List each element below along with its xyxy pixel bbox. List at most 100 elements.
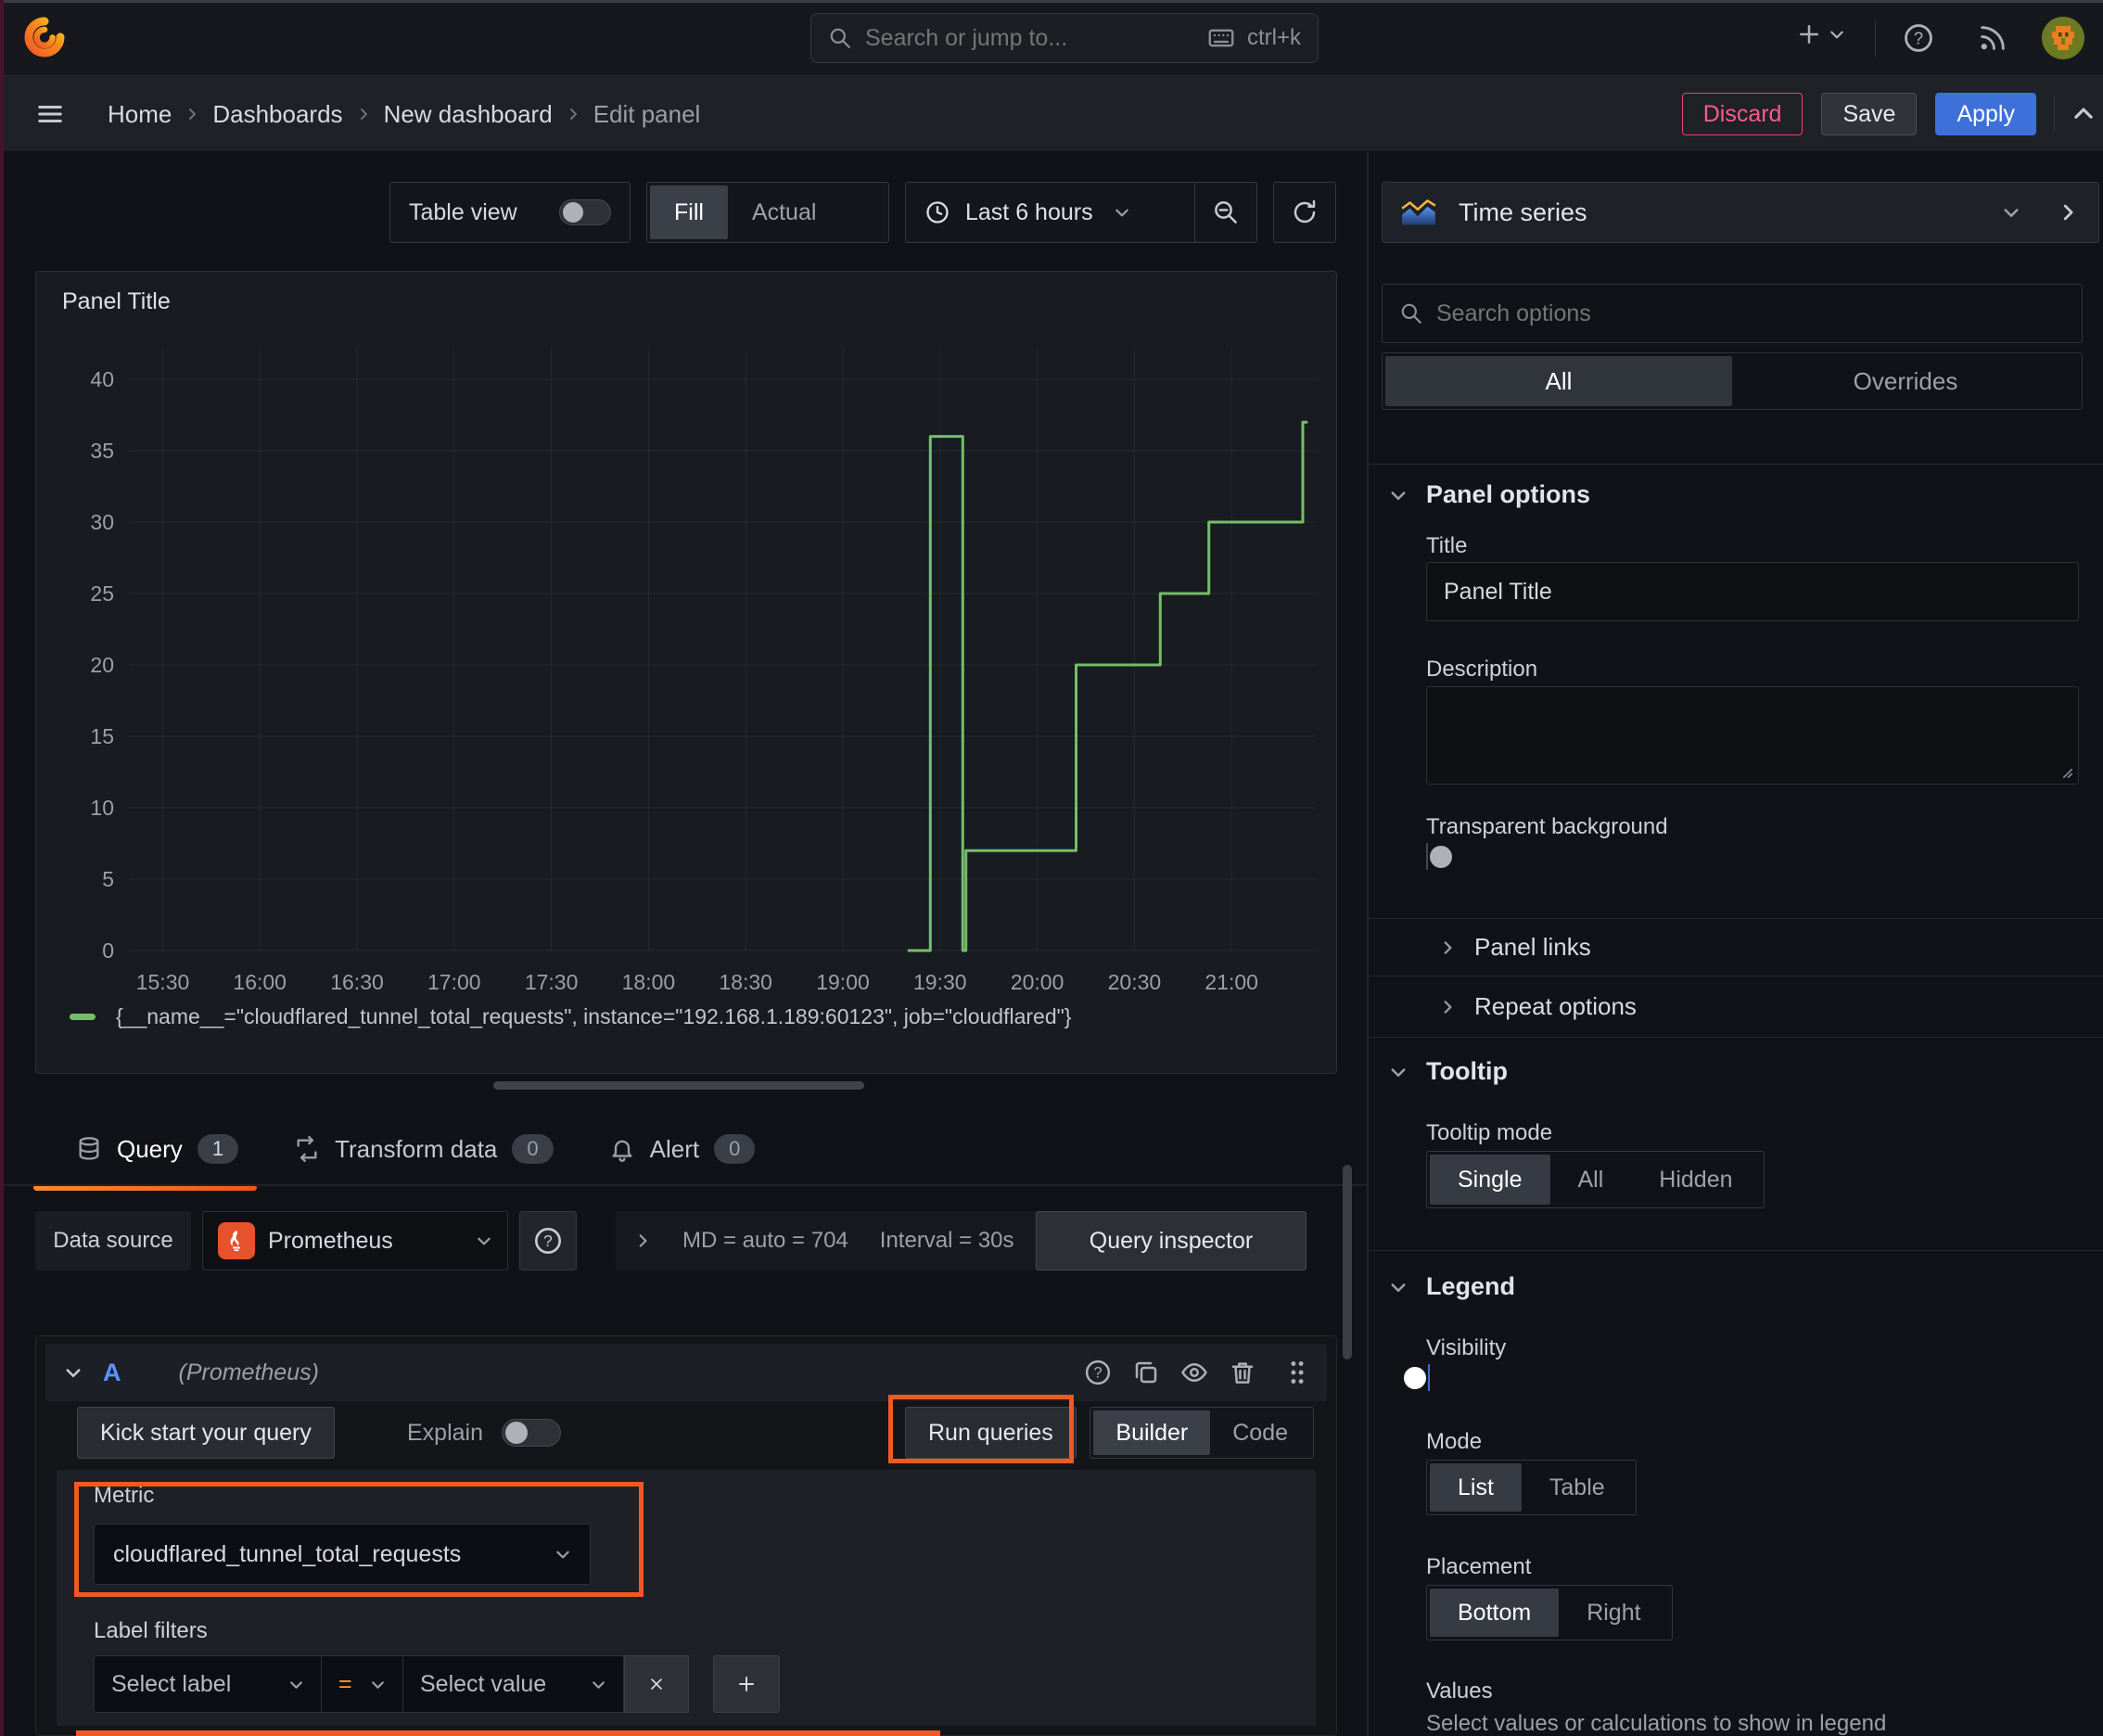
builder-option[interactable]: Builder	[1093, 1410, 1211, 1455]
drag-handle-icon[interactable]	[1286, 1359, 1308, 1386]
description-textarea[interactable]	[1426, 686, 2079, 785]
explain-toggle[interactable]	[502, 1419, 561, 1447]
legend-values-label: Values	[1426, 1679, 1493, 1704]
datasource-help-button[interactable]: ?	[519, 1211, 577, 1270]
time-range-label: Last 6 hours	[965, 198, 1093, 225]
visualization-picker[interactable]: Time series	[1382, 182, 2038, 243]
user-avatar[interactable]	[2042, 17, 2084, 59]
svg-text:?: ?	[543, 1232, 553, 1250]
global-search[interactable]: ctrl+k	[810, 13, 1319, 63]
table-view-toggle[interactable]	[559, 199, 611, 225]
apply-button[interactable]: Apply	[1935, 93, 2036, 135]
tab-query[interactable]: Query 1	[33, 1118, 258, 1191]
legend-mode-table[interactable]: Table	[1522, 1463, 1633, 1512]
chevron-down-icon	[1391, 1067, 1406, 1077]
query-inspector-button[interactable]: Query inspector	[1036, 1211, 1306, 1270]
legend-visibility-toggle[interactable]	[1404, 1364, 1430, 1391]
panel-resize-handle[interactable]	[493, 1081, 864, 1090]
plus-icon	[1800, 25, 1818, 44]
refresh-button[interactable]	[1273, 182, 1336, 243]
options-search-input[interactable]	[1436, 300, 2065, 327]
options-search[interactable]	[1382, 284, 2083, 343]
query-help-icon[interactable]: ?	[1084, 1359, 1112, 1386]
panel-title-input[interactable]	[1426, 562, 2079, 621]
tab-alert-label: Alert	[649, 1134, 700, 1163]
mega-menu-button[interactable]	[35, 100, 65, 128]
run-queries-button[interactable]: Run queries	[905, 1407, 1077, 1459]
chevron-right-icon	[356, 107, 371, 121]
save-button[interactable]: Save	[1821, 93, 1918, 135]
search-icon	[1399, 301, 1423, 326]
duplicate-query-icon[interactable]	[1132, 1359, 1160, 1386]
discard-button[interactable]: Discard	[1681, 93, 1803, 135]
code-option[interactable]: Code	[1210, 1410, 1310, 1455]
remove-filter-button[interactable]	[624, 1655, 689, 1713]
transparent-background-toggle[interactable]	[1426, 843, 1452, 870]
news-rss-button[interactable]	[1977, 22, 2008, 54]
operator-dropdown[interactable]: =	[322, 1655, 403, 1713]
repeat-options-section[interactable]: Repeat options	[1439, 992, 1637, 1021]
svg-text:?: ?	[1914, 28, 1923, 47]
metric-select[interactable]: cloudflared_tunnel_total_requests	[94, 1524, 591, 1585]
zoom-out-button[interactable]	[1195, 198, 1256, 226]
help-button[interactable]: ?	[1903, 22, 1934, 54]
legend-series-label[interactable]: {__name__="cloudflared_tunnel_total_requ…	[116, 1004, 1071, 1029]
collapse-editor-button[interactable]	[2071, 102, 2096, 126]
panel-title[interactable]: Panel Title	[62, 288, 171, 315]
tab-alert[interactable]: Alert 0	[609, 1118, 756, 1180]
breadcrumb-dashboards[interactable]: Dashboards	[212, 100, 342, 129]
search-shortcut: ctrl+k	[1246, 25, 1301, 50]
tooltip-mode-all[interactable]: All	[1550, 1155, 1632, 1205]
fill-actual-switch: Fill Actual	[646, 182, 889, 243]
breadcrumb-home[interactable]: Home	[108, 100, 172, 129]
zoom-out-icon	[1215, 201, 1237, 223]
select-label-dropdown[interactable]: Select label	[94, 1655, 322, 1713]
fill-option[interactable]: Fill	[650, 185, 728, 239]
search-input[interactable]	[865, 24, 1195, 52]
query-builder-body: Metric cloudflared_tunnel_total_requests…	[57, 1470, 1316, 1726]
chevron-right-icon	[2063, 204, 2073, 221]
svg-text:17:00: 17:00	[427, 970, 481, 994]
legend-placement-bottom[interactable]: Bottom	[1430, 1589, 1560, 1637]
legend-section[interactable]: Legend	[1389, 1272, 1515, 1301]
chevron-right-icon	[185, 107, 199, 121]
table-view-control[interactable]: Table view	[389, 182, 631, 243]
editor-tabs: Query 1 Transform data 0 Alert 0	[33, 1118, 756, 1191]
search-icon	[828, 26, 852, 50]
time-series-chart[interactable]: 0 5 10 15 20 25 30 35 40 15:30 16:00 16:30 17:00 17:3…	[55, 337, 1319, 1004]
time-range-button[interactable]: Last 6 hours	[906, 199, 1194, 226]
actual-option[interactable]: Actual	[728, 185, 840, 239]
transparent-background-label: Transparent background	[1426, 814, 1668, 839]
chevron-down-icon	[1830, 31, 1843, 39]
legend-placement-switch: Bottom Right	[1426, 1585, 1673, 1640]
toggle-visibility-icon[interactable]	[1180, 1359, 1208, 1386]
tab-all[interactable]: All	[1385, 356, 1732, 406]
breadcrumb-new-dashboard[interactable]: New dashboard	[384, 100, 553, 129]
add-filter-button[interactable]	[713, 1655, 780, 1713]
legend-mode-list[interactable]: List	[1430, 1463, 1522, 1512]
tooltip-section[interactable]: Tooltip	[1389, 1057, 1508, 1086]
query-options-summary[interactable]: MD = auto = 704 Interval = 30s	[616, 1211, 1068, 1270]
query-row-header[interactable]: A (Prometheus) ?	[45, 1344, 1327, 1401]
datasource-picker[interactable]: Prometheus	[202, 1211, 508, 1270]
title-label: Title	[1426, 533, 1468, 558]
svg-text:17:30: 17:30	[525, 970, 579, 994]
main-scrollbar-thumb[interactable]	[1343, 1165, 1352, 1359]
panel-links-section[interactable]: Panel links	[1439, 933, 1591, 962]
grafana-logo-icon[interactable]	[22, 16, 67, 60]
tooltip-mode-single[interactable]: Single	[1430, 1155, 1550, 1205]
svg-text:18:30: 18:30	[719, 970, 772, 994]
delete-query-icon[interactable]	[1229, 1359, 1256, 1386]
collapse-options-button[interactable]	[2037, 182, 2099, 243]
legend-placement-right[interactable]: Right	[1559, 1589, 1668, 1637]
legend-mode-switch: List Table	[1426, 1460, 1637, 1515]
annotation-partial-line	[76, 1730, 940, 1736]
tab-overrides[interactable]: Overrides	[1732, 356, 2079, 406]
tab-transform-data[interactable]: Transform data 0	[294, 1118, 554, 1180]
panel-options-section[interactable]: Panel options	[1389, 480, 1590, 509]
select-value-dropdown[interactable]: Select value	[403, 1655, 624, 1713]
tooltip-mode-hidden[interactable]: Hidden	[1631, 1155, 1760, 1205]
query-ref-id: A	[103, 1358, 121, 1386]
kick-start-button[interactable]: Kick start your query	[77, 1407, 335, 1459]
add-new-button[interactable]	[1795, 20, 1845, 48]
